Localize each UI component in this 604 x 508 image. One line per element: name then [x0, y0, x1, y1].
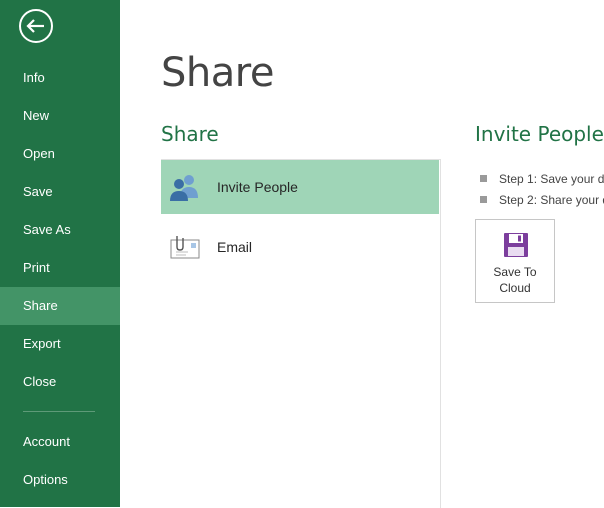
- nav-share[interactable]: Share: [0, 287, 120, 325]
- bullet-icon: [480, 196, 487, 204]
- nav-info[interactable]: Info: [0, 59, 120, 97]
- save-to-cloud-button[interactable]: Save To Cloud: [475, 219, 555, 303]
- nav-print[interactable]: Print: [0, 249, 120, 287]
- backstage-sidebar: Info New Open Save Save As Print Share E…: [0, 0, 120, 507]
- step-2: Step 2: Share your d: [480, 193, 604, 207]
- people-icon: [170, 175, 198, 201]
- nav-account[interactable]: Account: [0, 423, 120, 461]
- page-title: Share: [161, 50, 274, 96]
- nav-save-as[interactable]: Save As: [0, 211, 120, 249]
- nav-divider: [23, 411, 95, 412]
- back-button[interactable]: [18, 8, 54, 44]
- step-2-text: Step 2: Share your d: [499, 193, 604, 207]
- nav-open[interactable]: Open: [0, 135, 120, 173]
- nav-save[interactable]: Save: [0, 173, 120, 211]
- bullet-icon: [480, 175, 487, 183]
- email-icon: [170, 236, 200, 259]
- step-1: Step 1: Save your dc: [480, 172, 604, 186]
- option-label: Invite People: [217, 179, 298, 195]
- step-1-text: Step 1: Save your dc: [499, 172, 604, 186]
- invite-people-title: Invite People: [475, 122, 604, 146]
- nav-close[interactable]: Close: [0, 363, 120, 401]
- nav-options[interactable]: Options: [0, 461, 120, 499]
- nav-new[interactable]: New: [0, 97, 120, 135]
- back-arrow-icon: [19, 9, 53, 43]
- floppy-disk-icon: [504, 233, 528, 257]
- option-email[interactable]: Email: [161, 220, 439, 274]
- share-section-title: Share: [161, 122, 219, 146]
- option-invite-people[interactable]: Invite People: [161, 160, 439, 214]
- share-options-list: Invite People Email: [161, 159, 441, 508]
- option-label: Email: [217, 239, 253, 255]
- save-to-cloud-label: Save To Cloud: [493, 265, 537, 295]
- nav-export[interactable]: Export: [0, 325, 120, 363]
